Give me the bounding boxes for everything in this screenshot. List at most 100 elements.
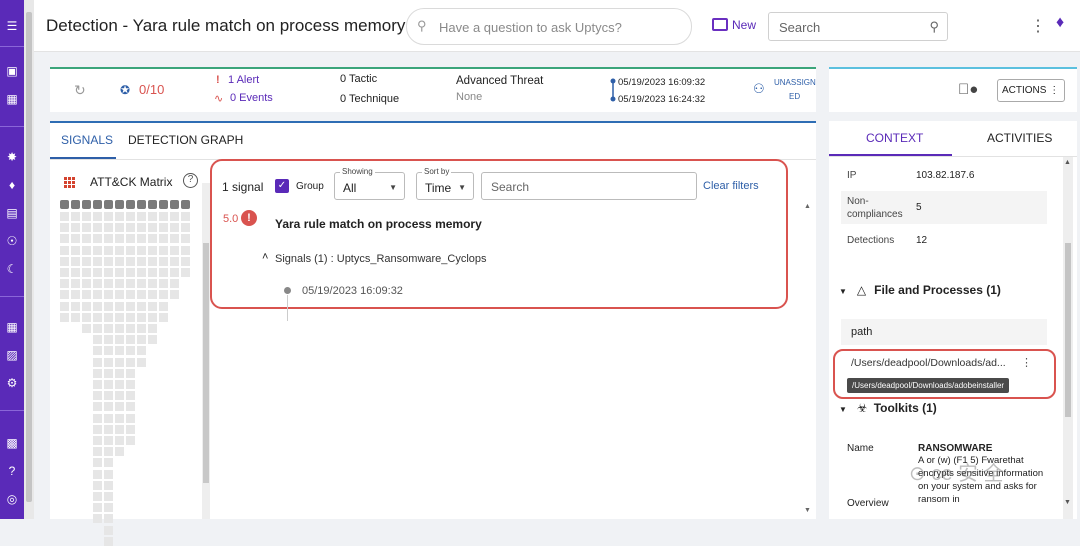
matrix-cell[interactable]: [126, 391, 135, 401]
matrix-cell[interactable]: [137, 290, 146, 300]
matrix-cell[interactable]: [159, 234, 168, 244]
matrix-cell[interactable]: [104, 492, 113, 501]
matrix-cell[interactable]: [170, 245, 179, 255]
matrix-cell[interactable]: [60, 245, 69, 255]
matrix-cell[interactable]: [115, 380, 124, 389]
matrix-cell[interactable]: [104, 245, 113, 255]
matrix-cell[interactable]: [93, 380, 102, 389]
matrix-cell[interactable]: [159, 290, 168, 300]
new-button[interactable]: New: [712, 18, 756, 32]
fingerprint-icon[interactable]: ☾: [5, 262, 19, 276]
matrix-cell[interactable]: [93, 212, 102, 221]
matrix-cell[interactable]: [93, 413, 102, 423]
matrix-cell[interactable]: [60, 223, 69, 233]
matrix-cell[interactable]: [148, 335, 157, 345]
matrix-cell[interactable]: [159, 245, 168, 255]
matrix-cell[interactable]: [115, 357, 124, 367]
matrix-cell[interactable]: [71, 268, 80, 277]
matrix-cell[interactable]: [126, 223, 135, 233]
events-count[interactable]: 0 Events: [230, 92, 273, 104]
notification-bell-icon[interactable]: ♦: [1056, 14, 1064, 32]
matrix-cell[interactable]: [115, 324, 124, 333]
ask-input[interactable]: ⚲ Have a question to ask Uptycs?: [406, 8, 692, 45]
matrix-cell[interactable]: [93, 469, 102, 479]
matrix-cell[interactable]: [82, 212, 91, 221]
matrix-column-head[interactable]: [60, 200, 69, 209]
matrix-cell[interactable]: [93, 447, 102, 457]
matrix-cell[interactable]: [104, 368, 113, 378]
matrix-cell[interactable]: [93, 290, 102, 300]
matrix-cell[interactable]: [82, 256, 91, 266]
api-icon[interactable]: ◎: [5, 492, 19, 506]
matrix-cell[interactable]: [60, 268, 69, 277]
matrix-column-head[interactable]: [181, 200, 190, 209]
matrix-cell[interactable]: [137, 279, 146, 289]
chevron-up-icon[interactable]: ˄: [262, 251, 268, 263]
matrix-cell[interactable]: [115, 279, 124, 289]
matrix-cell[interactable]: [104, 268, 113, 277]
matrix-cell[interactable]: [71, 301, 80, 311]
matrix-cell[interactable]: [93, 245, 102, 255]
matrix-cell[interactable]: [93, 268, 102, 277]
matrix-cell[interactable]: [115, 447, 124, 457]
matrix-cell[interactable]: [115, 245, 124, 255]
matrix-cell[interactable]: [137, 324, 146, 333]
matrix-cell[interactable]: [82, 268, 91, 277]
matrix-cell[interactable]: [159, 256, 168, 266]
refresh-icon[interactable]: ↻: [74, 82, 86, 99]
matrix-cell[interactable]: [104, 312, 113, 322]
matrix-cell[interactable]: [126, 402, 135, 412]
matrix-cell[interactable]: [93, 312, 102, 322]
matrix-cell[interactable]: [170, 279, 179, 289]
matrix-cell[interactable]: [159, 223, 168, 233]
matrix-cell[interactable]: [104, 234, 113, 244]
target-icon[interactable]: ☉: [5, 234, 19, 248]
path-value[interactable]: /Users/deadpool/Downloads/ad...: [851, 357, 1006, 369]
matrix-column-head[interactable]: [104, 200, 113, 209]
matrix-cell[interactable]: [137, 346, 146, 356]
matrix-cell[interactable]: [126, 312, 135, 322]
matrix-cell[interactable]: [126, 279, 135, 289]
scroll-down-icon[interactable]: ▼: [804, 507, 811, 514]
matrix-cell[interactable]: [93, 256, 102, 266]
matrix-cell[interactable]: [82, 234, 91, 244]
path-more-icon[interactable]: ⋮: [1021, 356, 1032, 369]
matrix-cell[interactable]: [115, 301, 124, 311]
matrix-cell[interactable]: [148, 223, 157, 233]
matrix-cell[interactable]: [82, 279, 91, 289]
assign-users-icon[interactable]: ⚇: [753, 81, 765, 97]
matrix-cell[interactable]: [126, 268, 135, 277]
matrix-cell[interactable]: [60, 256, 69, 266]
matrix-cell[interactable]: [82, 324, 91, 333]
matrix-cell[interactable]: [148, 212, 157, 221]
matrix-cell[interactable]: [71, 234, 80, 244]
matrix-cell[interactable]: [104, 436, 113, 445]
matrix-cell[interactable]: [93, 346, 102, 356]
matrix-cell[interactable]: [60, 279, 69, 289]
scroll-down-icon[interactable]: ▼: [1064, 499, 1071, 506]
matrix-cell[interactable]: [159, 268, 168, 277]
assign-status-2[interactable]: ED: [789, 92, 800, 101]
matrix-cell[interactable]: [115, 413, 124, 423]
bug-icon[interactable]: ✸: [5, 150, 19, 164]
matrix-cell[interactable]: [93, 458, 102, 468]
matrix-scrollbar[interactable]: [202, 183, 210, 519]
toolkits-header[interactable]: ▼ ☣ Toolkits (1): [839, 401, 937, 415]
matrix-cell[interactable]: [181, 256, 190, 266]
matrix-cell[interactable]: [82, 312, 91, 322]
alerts-count[interactable]: 1 Alert: [228, 74, 259, 86]
matrix-cell[interactable]: [115, 212, 124, 221]
matrix-cell[interactable]: [93, 368, 102, 378]
matrix-cell[interactable]: [126, 368, 135, 378]
actions-button[interactable]: ACTIONS ⋮: [997, 79, 1065, 102]
matrix-cell[interactable]: [93, 402, 102, 412]
matrix-cell[interactable]: [93, 223, 102, 233]
matrix-column-head[interactable]: [137, 200, 146, 209]
matrix-cell[interactable]: [115, 368, 124, 378]
matrix-cell[interactable]: [93, 480, 102, 490]
matrix-cell[interactable]: [137, 223, 146, 233]
tab-context[interactable]: CONTEXT: [866, 131, 923, 145]
matrix-cell[interactable]: [148, 279, 157, 289]
matrix-cell[interactable]: [115, 256, 124, 266]
matrix-cell[interactable]: [71, 312, 80, 322]
